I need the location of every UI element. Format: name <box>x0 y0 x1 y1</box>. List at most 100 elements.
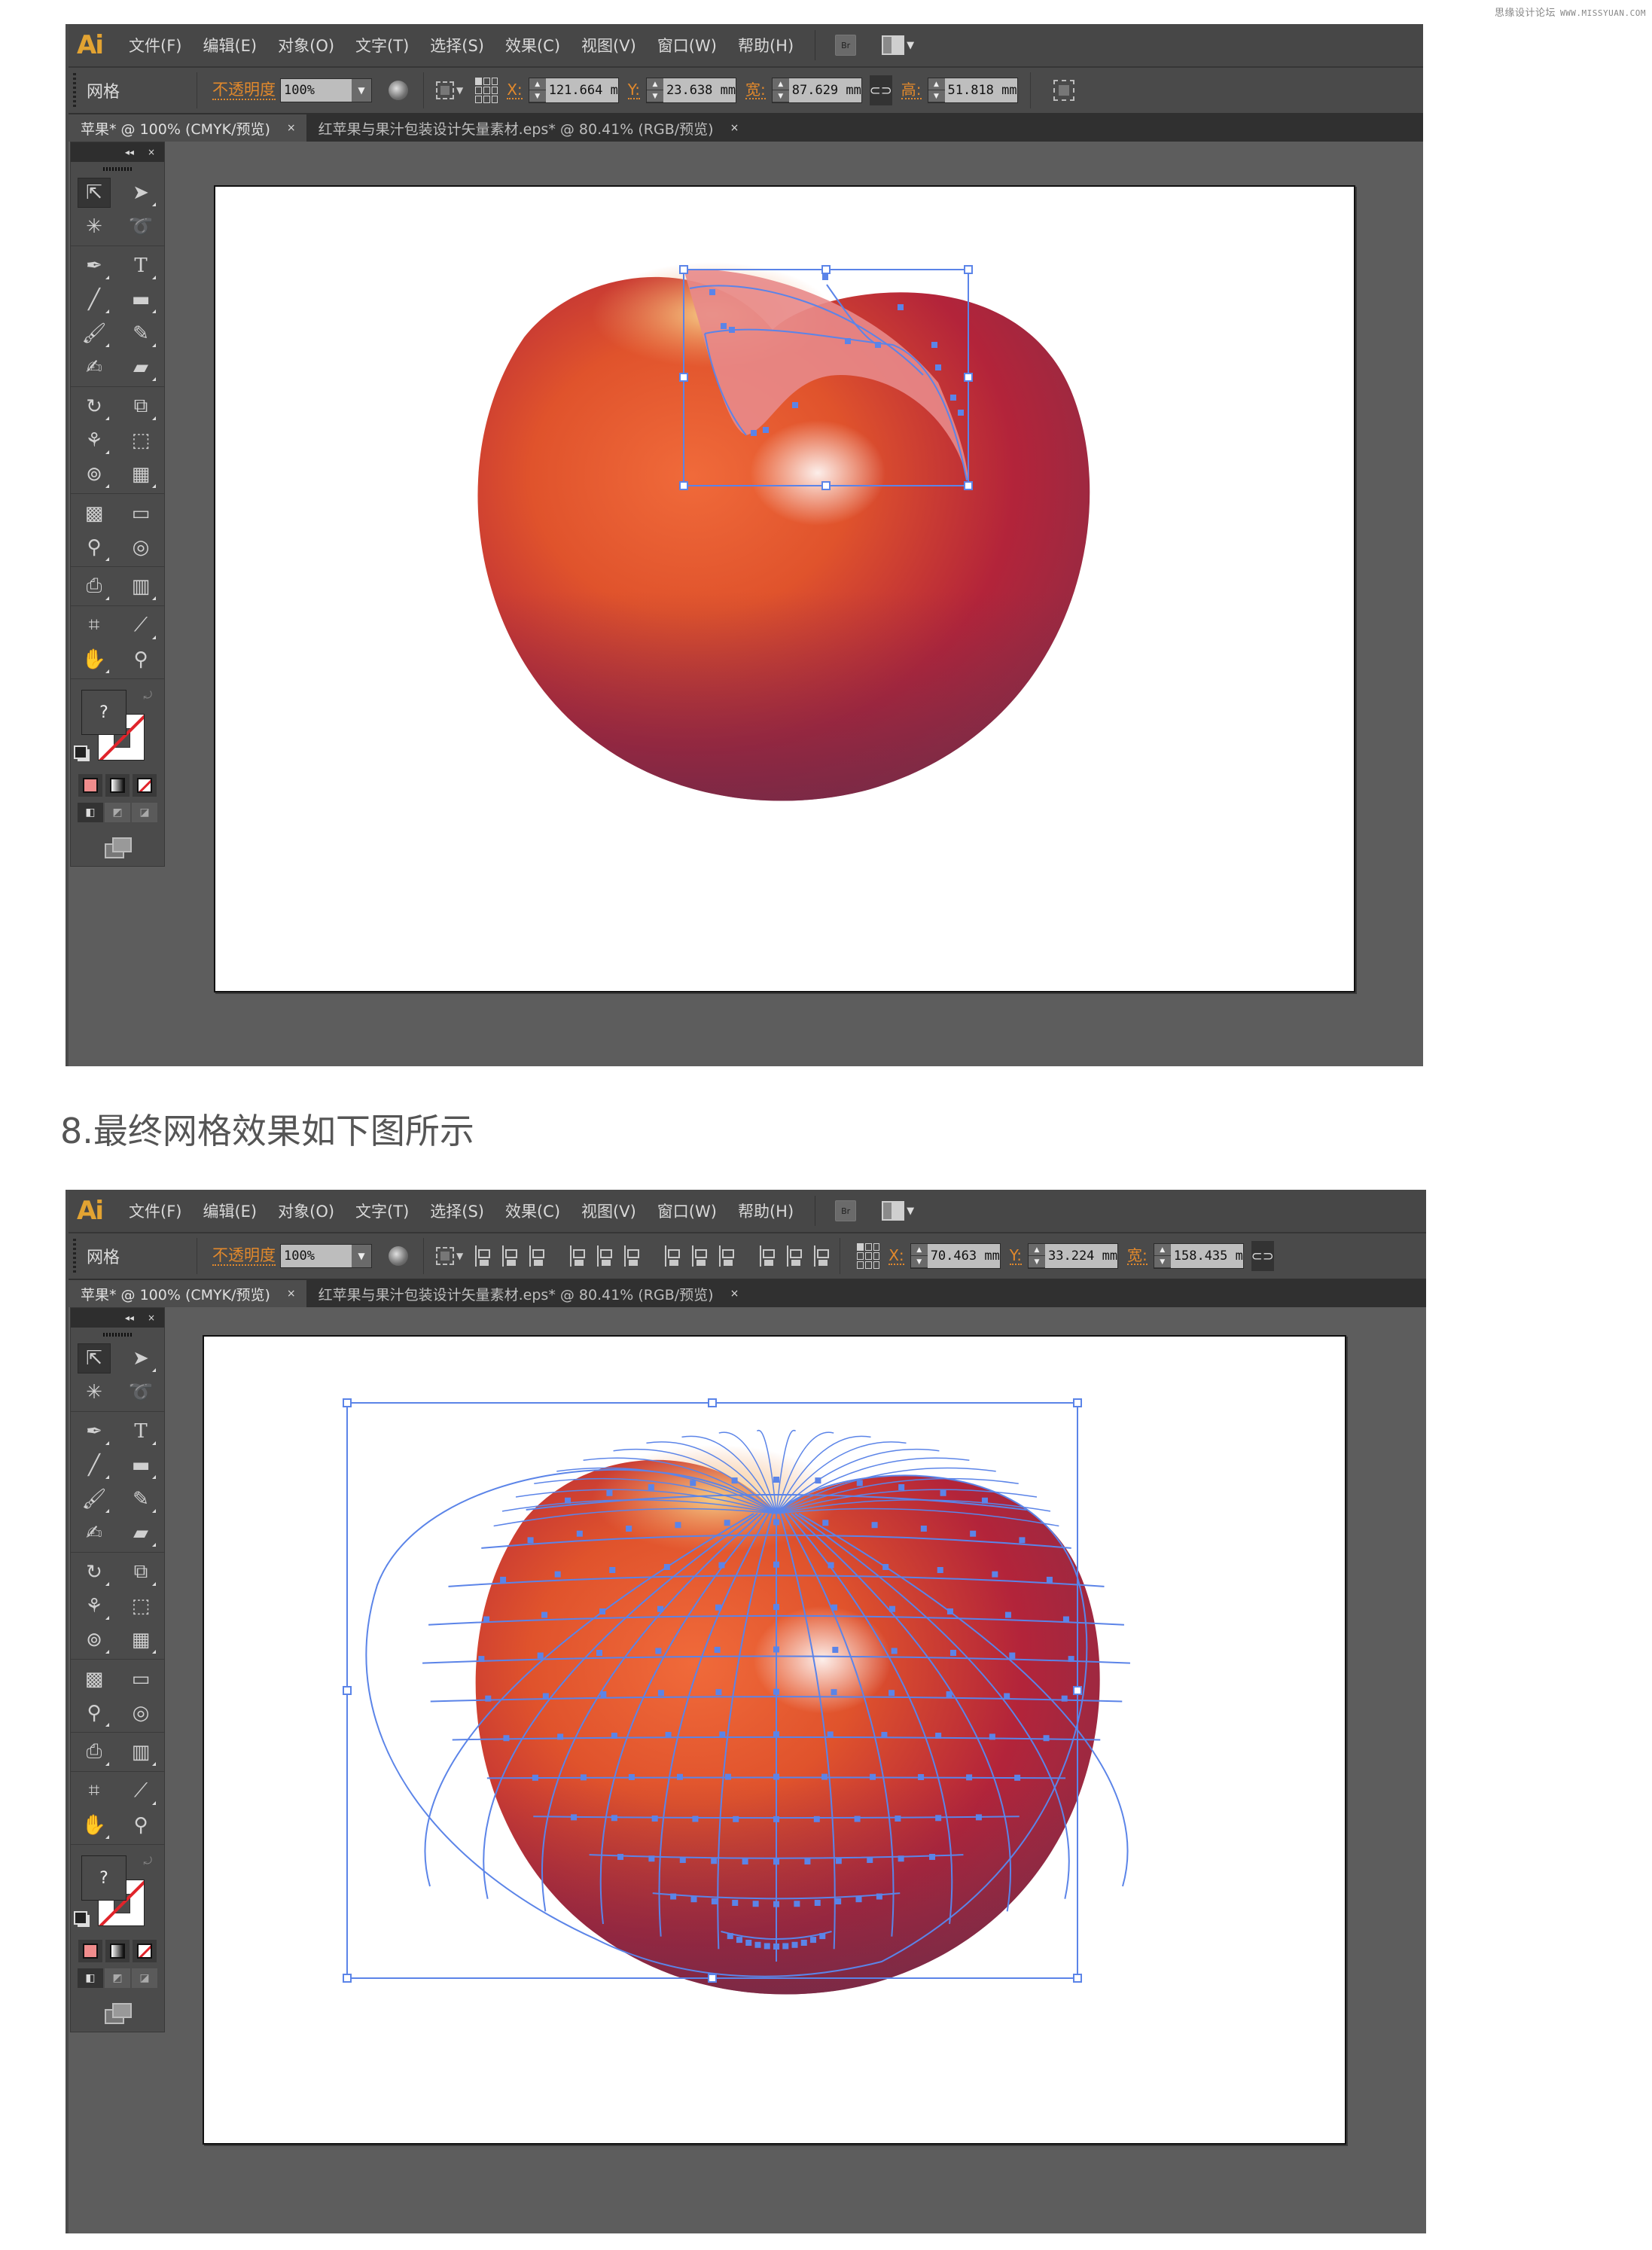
align-bottom-icon[interactable] <box>623 1245 640 1267</box>
symbol-sprayer-tool-icon[interactable]: ⎙ <box>78 1737 111 1767</box>
artboard[interactable] <box>214 185 1355 992</box>
selection-tool-icon[interactable]: ⇱ <box>78 177 111 208</box>
gradient-tool-icon[interactable]: ▭ <box>124 1664 157 1694</box>
tools-panel-grip[interactable] <box>71 162 164 175</box>
tab-document-eps[interactable]: 红苹果与果汁包装设计矢量素材.eps* @ 80.41% (RGB/预览) × <box>306 114 750 142</box>
shape-builder-tool-icon[interactable]: ⊚ <box>78 459 111 489</box>
graphic-style-icon[interactable] <box>389 81 408 100</box>
mesh-tool-icon[interactable]: ▩ <box>78 498 111 529</box>
screen-mode-icon[interactable] <box>105 837 132 858</box>
tab-document-apple[interactable]: 苹果* @ 100% (CMYK/预览) × <box>69 1280 306 1307</box>
control-bar-grip[interactable] <box>73 1239 76 1273</box>
distribute-vertical-center-icon[interactable] <box>690 1245 708 1267</box>
scale-tool-icon[interactable]: ⧉ <box>124 1557 157 1587</box>
width-value[interactable]: 87.629 mm <box>788 78 861 102</box>
chevron-down-icon[interactable]: ▼ <box>352 1245 371 1267</box>
menu-window[interactable]: 窗口(W) <box>657 1200 717 1222</box>
menu-object[interactable]: 对象(O) <box>278 34 334 56</box>
width-stepper[interactable]: ▲ ▼ <box>1154 1244 1171 1268</box>
opacity-label[interactable]: 不透明度 <box>212 1246 276 1266</box>
blend-tool-icon[interactable]: ◎ <box>124 532 157 562</box>
tab-document-apple[interactable]: 苹果* @ 100% (CMYK/预览) × <box>69 114 306 142</box>
shape-builder-tool-icon[interactable]: ⊚ <box>78 1625 111 1655</box>
arrange-documents-button[interactable]: ▼ <box>882 1201 914 1221</box>
transform-options-button[interactable]: ▼ <box>436 1241 463 1271</box>
pen-tool-icon[interactable]: ✒ <box>78 251 111 281</box>
align-right-icon[interactable] <box>528 1245 545 1267</box>
eyedropper-tool-icon[interactable]: ⚲ <box>78 532 111 562</box>
distribute-horizontal-center-icon[interactable] <box>785 1245 803 1267</box>
height-stepper[interactable]: ▲ ▼ <box>928 78 945 102</box>
mesh-tool-icon[interactable]: ▩ <box>78 1664 111 1694</box>
align-horizontal-center-icon[interactable] <box>501 1245 518 1267</box>
opacity-field[interactable]: 100% ▼ <box>280 78 372 102</box>
color-mode-button[interactable] <box>78 774 102 797</box>
hand-tool-icon[interactable]: ✋ <box>78 645 111 675</box>
height-value[interactable]: 51.818 mm <box>944 78 1017 102</box>
menu-file[interactable]: 文件(F) <box>129 1200 181 1222</box>
menu-effect[interactable]: 效果(C) <box>505 34 560 56</box>
close-icon[interactable]: × <box>730 1288 739 1300</box>
tab-document-eps[interactable]: 红苹果与果汁包装设计矢量素材.eps* @ 80.41% (RGB/预览) × <box>306 1280 750 1307</box>
zoom-tool-icon[interactable]: ⚲ <box>124 645 157 675</box>
chevron-down-icon[interactable]: ▼ <box>352 79 371 102</box>
menu-effect[interactable]: 效果(C) <box>505 1200 560 1222</box>
align-vertical-center-icon[interactable] <box>596 1245 613 1267</box>
menu-view[interactable]: 视图(V) <box>581 1200 636 1222</box>
lasso-tool-icon[interactable]: ➰ <box>124 212 157 242</box>
arrange-documents-button[interactable]: ▼ <box>882 35 914 55</box>
magic-wand-tool-icon[interactable]: ✳ <box>78 212 111 242</box>
rotate-tool-icon[interactable]: ↻ <box>78 1557 111 1587</box>
swap-fill-stroke-icon[interactable]: ⤾ <box>143 1855 152 1867</box>
symbol-sprayer-tool-icon[interactable]: ⎙ <box>78 572 111 602</box>
direct-selection-tool-icon[interactable]: ➤ <box>124 1343 157 1373</box>
direct-selection-tool-icon[interactable]: ➤ <box>124 178 157 208</box>
x-stepper[interactable]: ▲ ▼ <box>529 78 546 102</box>
pen-tool-icon[interactable]: ✒ <box>78 1416 111 1447</box>
eyedropper-tool-icon[interactable]: ⚲ <box>78 1698 111 1728</box>
y-value[interactable]: 33.224 mm <box>1045 1244 1117 1268</box>
y-stepper[interactable]: ▲ ▼ <box>1029 1244 1045 1268</box>
reference-point-icon[interactable] <box>475 78 498 103</box>
default-fill-stroke-icon[interactable] <box>74 745 87 759</box>
distribute-left-icon[interactable] <box>758 1245 776 1267</box>
default-fill-stroke-icon[interactable] <box>74 1911 87 1925</box>
y-value[interactable]: 23.638 mm <box>663 78 736 102</box>
fill-swatch[interactable]: ? <box>81 1855 126 1901</box>
rectangle-tool-icon[interactable]: ▬ <box>124 1450 157 1480</box>
constrain-proportions-button[interactable]: ⊂⊃ <box>870 75 892 105</box>
constrain-proportions-button[interactable]: ⊂⊃ <box>1251 1241 1274 1271</box>
distribute-bottom-icon[interactable] <box>718 1245 735 1267</box>
slice-tool-icon[interactable]: ⟋ <box>124 611 157 641</box>
type-tool-icon[interactable]: T <box>124 1416 157 1447</box>
warp-tool-icon[interactable]: ⚘ <box>78 1591 111 1621</box>
close-icon[interactable]: × <box>148 147 155 157</box>
width-stepper[interactable]: ▲ ▼ <box>772 78 789 102</box>
bridge-button[interactable]: Br <box>835 1200 857 1221</box>
distribute-right-icon[interactable] <box>812 1245 830 1267</box>
menu-type[interactable]: 文字(T) <box>355 1200 409 1222</box>
width-field[interactable]: ▲ ▼ 87.629 mm <box>771 78 862 103</box>
close-icon[interactable]: × <box>287 1288 296 1300</box>
collapse-icon[interactable]: ◂◂ <box>125 1312 134 1323</box>
pencil-tool-icon[interactable]: ✎ <box>124 319 157 349</box>
color-mode-button[interactable] <box>78 1940 102 1962</box>
draw-behind-button[interactable]: ◩ <box>105 1968 130 1988</box>
magic-wand-tool-icon[interactable]: ✳ <box>78 1377 111 1407</box>
artboard-tool-icon[interactable]: ⌗ <box>78 1776 111 1806</box>
paintbrush-tool-icon[interactable]: 🖌 <box>78 319 111 349</box>
rectangle-tool-icon[interactable]: ▬ <box>124 285 157 315</box>
close-icon[interactable]: × <box>730 122 739 134</box>
rotate-tool-icon[interactable]: ↻ <box>78 392 111 422</box>
transform-options-button[interactable]: ▼ <box>436 75 463 105</box>
align-left-icon[interactable] <box>474 1245 491 1267</box>
gradient-tool-icon[interactable]: ▭ <box>124 498 157 529</box>
y-field[interactable]: ▲ ▼ 23.638 mm <box>646 78 736 103</box>
apple-artwork-with-mesh[interactable] <box>204 1337 1348 2146</box>
draw-behind-button[interactable]: ◩ <box>105 803 130 822</box>
menu-edit[interactable]: 编辑(E) <box>203 1200 257 1222</box>
x-stepper[interactable]: ▲ ▼ <box>910 1244 928 1268</box>
opacity-field[interactable]: 100% ▼ <box>280 1244 372 1268</box>
slice-tool-icon[interactable]: ⟋ <box>124 1776 157 1806</box>
collapse-icon[interactable]: ◂◂ <box>125 147 134 157</box>
